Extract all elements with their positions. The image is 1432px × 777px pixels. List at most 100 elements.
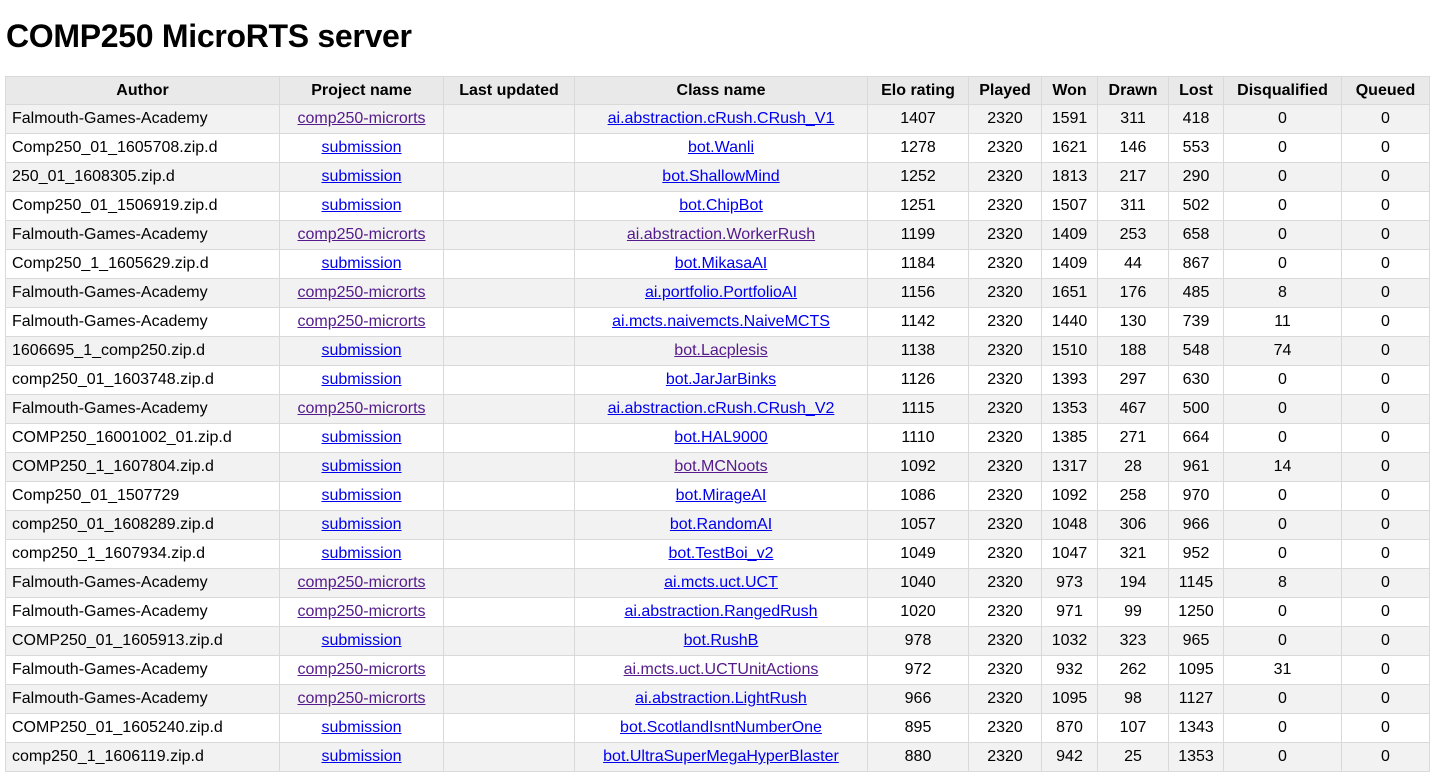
table-row: Falmouth-Games-Academy comp250-microrts ai… <box>5 655 1430 685</box>
cell-last-updated <box>443 336 575 366</box>
class-name-link[interactable]: bot.UltraSuperMegaHyperBlaster <box>603 748 839 765</box>
project-link[interactable]: submission <box>321 487 401 504</box>
table-body: Falmouth-Games-Academy comp250-microrts ai… <box>5 104 1430 772</box>
cell-lost: 1343 <box>1168 713 1224 743</box>
class-name-link[interactable]: bot.ChipBot <box>679 197 763 214</box>
project-link[interactable]: submission <box>321 748 401 765</box>
class-name-link[interactable]: bot.TestBoi_v2 <box>669 545 774 562</box>
project-link[interactable]: comp250-microrts <box>297 661 425 678</box>
table-row: Comp250_01_1506919.zip.d submission bot.Ch… <box>5 191 1430 221</box>
cell-project-name: submission <box>279 539 444 569</box>
cell-author: Comp250_1_1605629.zip.d <box>5 249 280 279</box>
class-name-link[interactable]: bot.ScotlandIsntNumberOne <box>620 719 822 736</box>
cell-won: 1409 <box>1041 249 1098 279</box>
cell-queued: 0 <box>1341 220 1430 250</box>
cell-elo-rating: 1092 <box>867 452 969 482</box>
cell-disqualified: 0 <box>1223 104 1342 134</box>
cell-elo-rating: 895 <box>867 713 969 743</box>
project-link[interactable]: comp250-microrts <box>297 313 425 330</box>
project-link[interactable]: submission <box>321 458 401 475</box>
cell-drawn: 297 <box>1097 365 1169 395</box>
project-link[interactable]: submission <box>321 197 401 214</box>
cell-drawn: 323 <box>1097 626 1169 656</box>
project-link[interactable]: submission <box>321 429 401 446</box>
cell-lost: 485 <box>1168 278 1224 308</box>
cell-last-updated <box>443 394 575 424</box>
class-name-link[interactable]: ai.mcts.naivemcts.NaiveMCTS <box>612 313 830 330</box>
class-name-link[interactable]: bot.MikasaAI <box>675 255 767 272</box>
class-name-link[interactable]: bot.JarJarBinks <box>666 371 776 388</box>
class-name-link[interactable]: bot.Wanli <box>688 139 754 156</box>
project-link[interactable]: submission <box>321 719 401 736</box>
class-name-link[interactable]: ai.abstraction.RangedRush <box>624 603 817 620</box>
cell-lost: 965 <box>1168 626 1224 656</box>
class-name-link[interactable]: ai.portfolio.PortfolioAI <box>645 284 797 301</box>
cell-queued: 0 <box>1341 278 1430 308</box>
class-name-link[interactable]: ai.mcts.uct.UCT <box>664 574 778 591</box>
column-header-class-name: Class name <box>574 76 868 105</box>
cell-elo-rating: 1407 <box>867 104 969 134</box>
class-name-link[interactable]: bot.Lacplesis <box>674 342 767 359</box>
project-link[interactable]: submission <box>321 632 401 649</box>
cell-elo-rating: 1199 <box>867 220 969 250</box>
cell-played: 2320 <box>968 481 1042 511</box>
class-name-link[interactable]: ai.abstraction.WorkerRush <box>627 226 815 243</box>
cell-class-name: bot.JarJarBinks <box>574 365 868 395</box>
cell-disqualified: 0 <box>1223 423 1342 453</box>
cell-disqualified: 0 <box>1223 133 1342 163</box>
cell-drawn: 130 <box>1097 307 1169 337</box>
project-link[interactable]: submission <box>321 139 401 156</box>
class-name-link[interactable]: ai.abstraction.LightRush <box>635 690 807 707</box>
class-name-link[interactable]: bot.RushB <box>684 632 759 649</box>
cell-author: Comp250_01_1507729 <box>5 481 280 511</box>
class-name-link[interactable]: bot.HAL9000 <box>674 429 767 446</box>
cell-queued: 0 <box>1341 568 1430 598</box>
table-row: COMP250_01_1605913.zip.d submission bot.Ru… <box>5 626 1430 656</box>
cell-won: 1353 <box>1041 394 1098 424</box>
cell-queued: 0 <box>1341 742 1430 772</box>
cell-disqualified: 11 <box>1223 307 1342 337</box>
project-link[interactable]: submission <box>321 255 401 272</box>
project-link[interactable]: comp250-microrts <box>297 603 425 620</box>
project-link[interactable]: comp250-microrts <box>297 690 425 707</box>
cell-disqualified: 74 <box>1223 336 1342 366</box>
class-name-link[interactable]: bot.MCNoots <box>674 458 767 475</box>
cell-drawn: 99 <box>1097 597 1169 627</box>
project-link[interactable]: comp250-microrts <box>297 226 425 243</box>
class-name-link[interactable]: ai.abstraction.cRush.CRush_V1 <box>608 110 835 127</box>
project-link[interactable]: comp250-microrts <box>297 284 425 301</box>
cell-lost: 500 <box>1168 394 1224 424</box>
cell-played: 2320 <box>968 307 1042 337</box>
cell-won: 1591 <box>1041 104 1098 134</box>
cell-class-name: bot.ChipBot <box>574 191 868 221</box>
project-link[interactable]: comp250-microrts <box>297 574 425 591</box>
project-link[interactable]: submission <box>321 516 401 533</box>
cell-lost: 739 <box>1168 307 1224 337</box>
cell-class-name: bot.ShallowMind <box>574 162 868 192</box>
cell-won: 1510 <box>1041 336 1098 366</box>
cell-project-name: comp250-microrts <box>279 655 444 685</box>
cell-class-name: bot.MCNoots <box>574 452 868 482</box>
cell-disqualified: 0 <box>1223 191 1342 221</box>
project-link[interactable]: comp250-microrts <box>297 400 425 417</box>
cell-author: Falmouth-Games-Academy <box>5 307 280 337</box>
cell-author: COMP250_1_1607804.zip.d <box>5 452 280 482</box>
cell-author: Falmouth-Games-Academy <box>5 104 280 134</box>
cell-lost: 658 <box>1168 220 1224 250</box>
class-name-link[interactable]: bot.MirageAI <box>676 487 767 504</box>
class-name-link[interactable]: ai.mcts.uct.UCTUnitActions <box>624 661 819 678</box>
cell-elo-rating: 1126 <box>867 365 969 395</box>
project-link[interactable]: submission <box>321 545 401 562</box>
project-link[interactable]: submission <box>321 168 401 185</box>
project-link[interactable]: submission <box>321 371 401 388</box>
class-name-link[interactable]: ai.abstraction.cRush.CRush_V2 <box>608 400 835 417</box>
cell-won: 1621 <box>1041 133 1098 163</box>
class-name-link[interactable]: bot.ShallowMind <box>662 168 779 185</box>
project-link[interactable]: submission <box>321 342 401 359</box>
cell-project-name: submission <box>279 191 444 221</box>
cell-project-name: submission <box>279 423 444 453</box>
class-name-link[interactable]: bot.RandomAI <box>670 516 772 533</box>
project-link[interactable]: comp250-microrts <box>297 110 425 127</box>
cell-author: comp250_01_1603748.zip.d <box>5 365 280 395</box>
cell-project-name: comp250-microrts <box>279 597 444 627</box>
